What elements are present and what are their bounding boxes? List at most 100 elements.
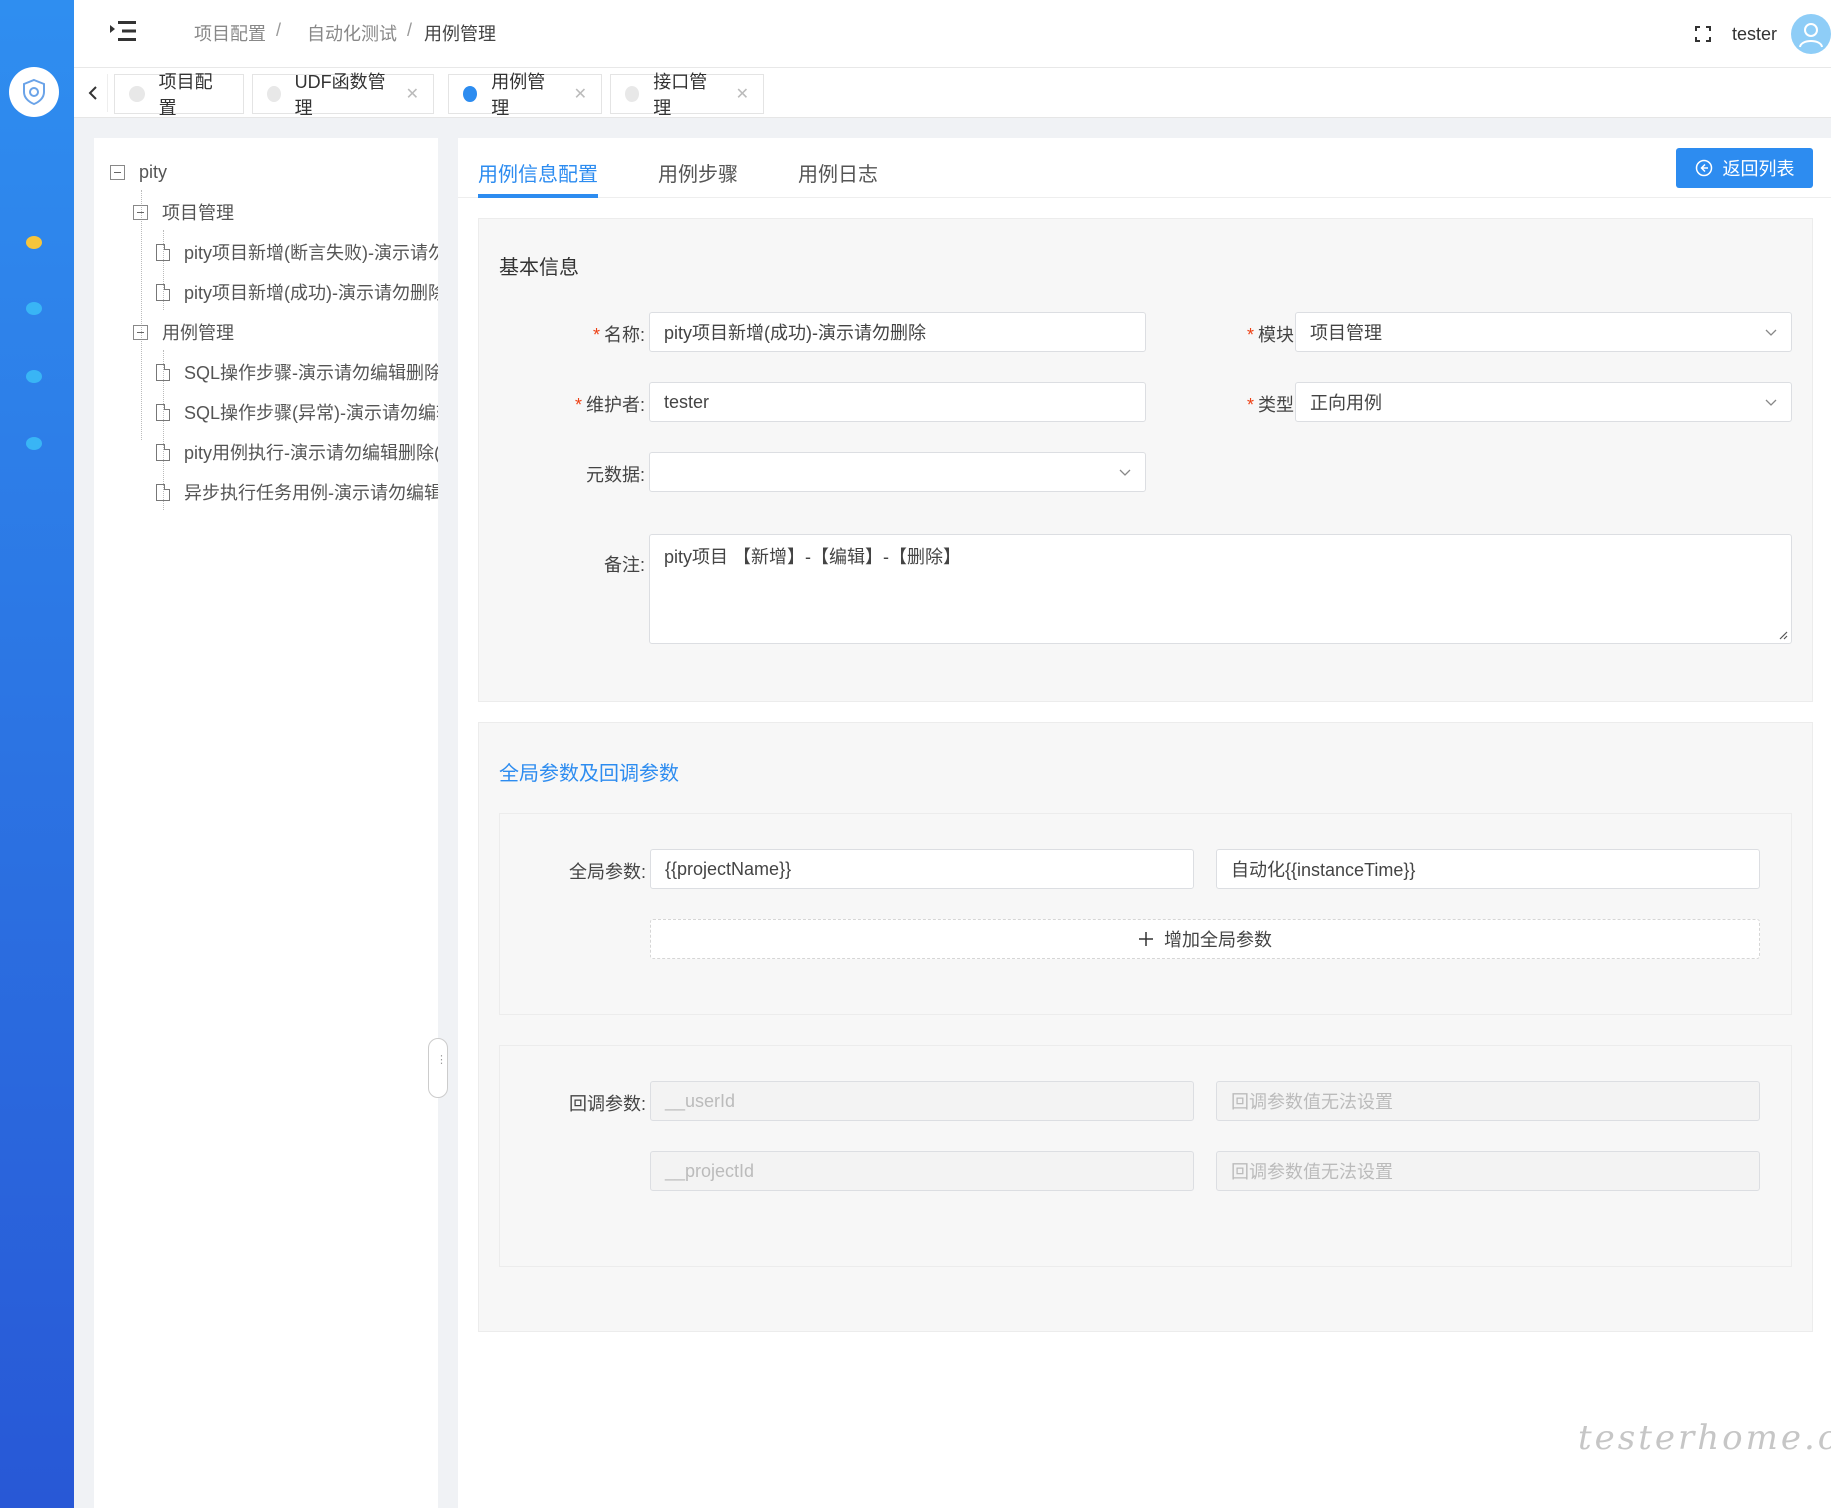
- app-logo[interactable]: [9, 67, 59, 117]
- case-tree-panel: pity 项目管理 pity项目新增(断言失败)-演示请勿 pity项目新增(成…: [94, 138, 438, 1508]
- tree-group[interactable]: 用例管理: [133, 312, 234, 352]
- name-label: * 名称:: [592, 325, 645, 345]
- basic-info-title: 基本信息: [499, 257, 579, 279]
- case-detail-panel: 用例信息配置 用例步骤 用例日志 返回列表 基本信息 * 名称: pity项目新增…: [458, 138, 1831, 1508]
- global-params-label: 全局参数:: [568, 862, 646, 882]
- tree-node-label: 项目管理: [162, 203, 234, 223]
- file-icon: [156, 243, 170, 261]
- add-global-param-button[interactable]: 增加全局参数: [650, 919, 1760, 959]
- tree-leaf[interactable]: SQL操作步骤(异常)-演示请勿编辑: [156, 392, 438, 432]
- tree-leaf[interactable]: 异步执行任务用例-演示请勿编辑: [156, 472, 438, 512]
- watermark: testerhome.com: [1578, 1418, 1831, 1458]
- owner-input[interactable]: tester: [649, 382, 1146, 422]
- page-tab[interactable]: 项目配置: [114, 72, 244, 118]
- owner-label: * 维护者:: [574, 395, 645, 415]
- tab-case-steps[interactable]: 用例步骤: [658, 158, 738, 187]
- tab-status-dot: [463, 86, 478, 102]
- breadcrumb-current: 用例管理: [424, 24, 497, 44]
- tabs-scroll-left[interactable]: [78, 74, 108, 112]
- rail-nav-dot-1[interactable]: [26, 236, 42, 249]
- basic-info-card: 基本信息 * 名称: pity项目新增(成功)-演示请勿删除 * 模块: 项目管理 …: [478, 218, 1813, 702]
- tab-label: 用例管理: [491, 72, 546, 118]
- type-label: * 类型:: [1246, 395, 1299, 415]
- tree-node-label: pity项目新增(成功)-演示请勿删除: [184, 283, 438, 303]
- params-card: 全局参数及回调参数 全局参数: {{projectName}} 自动化{{ins…: [478, 722, 1813, 1332]
- tree-leaf[interactable]: SQL操作步骤-演示请勿编辑删除(: [156, 352, 438, 392]
- tab-status-dot: [625, 86, 640, 102]
- tree-node-label: 异步执行任务用例-演示请勿编辑: [184, 483, 438, 503]
- global-params-box: 全局参数: {{projectName}} 自动化{{instanceTime}…: [499, 813, 1792, 1015]
- rail-nav-dot-2[interactable]: [26, 302, 42, 315]
- name-input[interactable]: pity项目新增(成功)-演示请勿删除: [649, 312, 1146, 352]
- breadcrumb: 项目配置 / 自动化测试 / 用例管理: [194, 20, 497, 46]
- global-param-value-input[interactable]: 自动化{{instanceTime}}: [1216, 849, 1760, 889]
- back-button-label: 返回列表: [1722, 159, 1795, 179]
- user-icon: [1799, 23, 1823, 48]
- back-circle-icon: [1695, 159, 1712, 177]
- params-title: 全局参数及回调参数: [499, 763, 679, 785]
- tree-leaf[interactable]: pity项目新增(成功)-演示请勿删除: [156, 272, 438, 312]
- page-tab[interactable]: 接口管理 ✕: [610, 72, 764, 118]
- chevron-down-icon: [1765, 399, 1777, 406]
- rail-nav-dot-3[interactable]: [26, 370, 42, 383]
- breadcrumb-item[interactable]: 自动化测试: [307, 20, 397, 46]
- tree-node-label: pity项目新增(断言失败)-演示请勿: [184, 243, 438, 263]
- tree-leaf[interactable]: pity项目新增(断言失败)-演示请勿: [156, 232, 438, 272]
- page-tab-active[interactable]: 用例管理 ✕: [448, 72, 602, 118]
- menu-toggle-icon[interactable]: [108, 18, 138, 44]
- tab-label: UDF函数管理: [294, 72, 386, 118]
- tab-close-icon[interactable]: ✕: [736, 84, 749, 104]
- tab-case-info[interactable]: 用例信息配置: [478, 158, 598, 187]
- collapse-icon[interactable]: [133, 204, 148, 220]
- callback-key-input: __projectId: [650, 1151, 1194, 1191]
- fullscreen-icon[interactable]: [1694, 25, 1712, 43]
- tree-node-label: pity: [139, 161, 168, 182]
- panel-splitter-handle[interactable]: ⋮: [428, 1038, 448, 1098]
- tree-root[interactable]: pity: [110, 152, 167, 192]
- tab-status-dot: [267, 86, 281, 102]
- file-icon: [156, 363, 170, 381]
- metadata-label: 元数据:: [585, 465, 645, 485]
- add-global-param-label: 增加全局参数: [1164, 930, 1272, 950]
- type-select[interactable]: 正向用例: [1295, 382, 1792, 422]
- page-tab[interactable]: UDF函数管理 ✕: [252, 72, 434, 118]
- resize-handle-icon[interactable]: [1778, 630, 1788, 640]
- tree-node-label: pity用例执行-演示请勿编辑删除(: [184, 443, 438, 463]
- plus-icon: [1139, 932, 1153, 946]
- breadcrumb-item[interactable]: 项目配置: [194, 20, 266, 46]
- file-icon: [156, 443, 170, 461]
- collapse-icon[interactable]: [133, 324, 148, 340]
- back-to-list-button[interactable]: 返回列表: [1676, 148, 1813, 188]
- global-param-key-input[interactable]: {{projectName}}: [650, 849, 1194, 889]
- detail-tabs: 用例信息配置 用例步骤 用例日志 返回列表: [458, 138, 1831, 198]
- splitter-grip-icon: ⋮: [436, 1054, 447, 1066]
- tree-group[interactable]: 项目管理: [133, 192, 234, 232]
- module-select[interactable]: 项目管理: [1295, 312, 1792, 352]
- collapse-icon[interactable]: [110, 164, 125, 180]
- file-icon: [156, 283, 170, 301]
- rail-nav-dot-4[interactable]: [26, 437, 42, 450]
- remark-label: 备注:: [603, 555, 645, 575]
- tab-label: 项目配置: [158, 72, 213, 118]
- chevron-left-icon: [88, 86, 97, 100]
- tab-close-icon[interactable]: ✕: [406, 84, 419, 104]
- tree-node-label: SQL操作步骤(异常)-演示请勿编辑: [184, 403, 438, 423]
- user-name[interactable]: tester: [1732, 24, 1777, 45]
- metadata-select[interactable]: [649, 452, 1146, 492]
- user-avatar[interactable]: [1791, 14, 1831, 54]
- callback-params-box: 回调参数: __userId 回调参数值无法设置 __projectId 回调参…: [499, 1045, 1792, 1267]
- callback-key-input: __userId: [650, 1081, 1194, 1121]
- tab-status-dot: [129, 86, 145, 102]
- chevron-down-icon: [1765, 329, 1777, 336]
- tab-close-icon[interactable]: ✕: [574, 84, 587, 104]
- shield-logo-icon: [23, 78, 45, 106]
- callback-value-input: 回调参数值无法设置: [1216, 1081, 1760, 1121]
- top-header: 项目配置 / 自动化测试 / 用例管理 tester: [74, 0, 1831, 68]
- tab-case-logs[interactable]: 用例日志: [798, 158, 878, 187]
- tree-leaf[interactable]: pity用例执行-演示请勿编辑删除(: [156, 432, 438, 472]
- tab-label: 接口管理: [653, 72, 708, 118]
- tree-node-label: SQL操作步骤-演示请勿编辑删除(: [184, 363, 438, 383]
- callback-value-input: 回调参数值无法设置: [1216, 1151, 1760, 1191]
- remark-textarea[interactable]: pity项目 【新增】-【编辑】-【删除】: [649, 534, 1792, 644]
- file-icon: [156, 483, 170, 501]
